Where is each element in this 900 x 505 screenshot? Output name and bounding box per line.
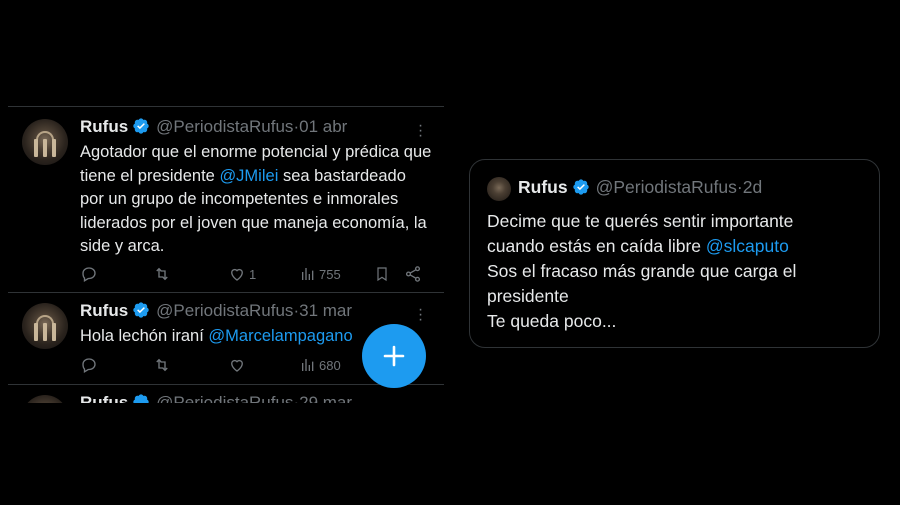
more-options-icon[interactable]: · · ·	[410, 302, 430, 328]
tweet-text-part: Hola lechón iraní	[80, 327, 209, 345]
author-name[interactable]: Rufus	[80, 117, 128, 136]
reply-icon	[82, 358, 96, 373]
tweet-header: Rufus @PeriodistaRufus·2d	[518, 177, 762, 198]
share-icon	[405, 266, 421, 282]
repost-icon	[156, 267, 168, 281]
heart-icon	[231, 359, 243, 372]
tweet[interactable]: Rufus @PeriodistaRufus·01 abr · · · Agotado…	[8, 107, 444, 293]
verified-badge-icon	[572, 179, 589, 195]
author-name[interactable]: Rufus	[80, 393, 128, 403]
author-name[interactable]: Rufus	[518, 177, 568, 197]
views-chart-icon	[302, 268, 314, 280]
tweet-line: cuando estás en caída libre @slcaputo	[487, 234, 867, 259]
views-chart-icon	[302, 359, 314, 371]
like-button[interactable]: 1	[228, 264, 256, 284]
author-name[interactable]: Rufus	[80, 301, 128, 320]
mention-link[interactable]: @Marcelampagano	[208, 327, 352, 345]
author-handle[interactable]: @PeriodistaRufus	[156, 393, 293, 403]
reply-button[interactable]	[80, 264, 98, 284]
bookmark-button[interactable]	[374, 264, 390, 284]
tweet-line: Sos el fracaso más grande que carga el	[487, 261, 797, 281]
heart-icon	[231, 268, 243, 281]
tweet-line: presidente	[487, 286, 569, 306]
like-button[interactable]	[228, 355, 246, 375]
avatar[interactable]	[22, 395, 68, 403]
verified-badge-icon	[133, 394, 149, 403]
views-count: 755	[319, 266, 341, 282]
tweet-line: Decime que te querés sentir importante	[487, 211, 794, 231]
author-handle[interactable]: @PeriodistaRufus	[596, 177, 737, 197]
author-handle[interactable]: @PeriodistaRufus	[156, 301, 293, 320]
like-count: 1	[249, 266, 257, 282]
repost-icon	[156, 358, 168, 372]
reply-icon	[82, 267, 96, 282]
bookmark-icon	[377, 267, 387, 282]
views-button[interactable]: 755	[300, 264, 341, 284]
tweet-date[interactable]: 01 abr	[299, 117, 347, 136]
tweet-header: Rufus @PeriodistaRufus·31 mar	[80, 301, 352, 321]
tweet-text: Decime que te querés sentir importante c…	[487, 209, 867, 334]
author-handle[interactable]: @PeriodistaRufus	[156, 117, 293, 136]
tweet[interactable]: Rufus @PeriodistaRufus·29 mar	[8, 385, 444, 403]
verified-badge-icon	[133, 302, 149, 318]
repost-button[interactable]	[152, 264, 172, 284]
repost-button[interactable]	[152, 355, 172, 375]
avatar[interactable]	[487, 177, 511, 201]
plus-icon	[383, 345, 405, 367]
avatar[interactable]	[22, 119, 68, 165]
share-button[interactable]	[404, 264, 422, 284]
tweet-actions: 1 755	[80, 264, 432, 284]
tweet-text-part: cuando estás en caída libre	[487, 236, 706, 256]
tweet-date[interactable]: 29 mar	[299, 393, 352, 403]
tweet-line: Te queda poco...	[487, 311, 617, 331]
tweet-text: Agotador que el enorme potencial y prédi…	[80, 141, 432, 259]
views-button[interactable]: 680	[300, 355, 341, 375]
tweet-header: Rufus @PeriodistaRufus·01 abr	[80, 117, 347, 137]
compose-button[interactable]	[362, 324, 426, 388]
mention-link[interactable]: @slcaputo	[706, 236, 789, 256]
tweet-header: Rufus @PeriodistaRufus·29 mar	[80, 393, 352, 403]
more-options-icon[interactable]: · · ·	[410, 118, 430, 144]
mention-link[interactable]: @JMilei	[219, 167, 278, 185]
verified-badge-icon	[133, 118, 149, 134]
reply-button[interactable]	[80, 355, 98, 375]
tweet-date[interactable]: 2d	[743, 177, 762, 197]
views-count: 680	[319, 357, 341, 373]
tweet-date[interactable]: 31 mar	[299, 301, 352, 320]
avatar[interactable]	[22, 303, 68, 349]
quoted-tweet-card[interactable]: Rufus @PeriodistaRufus·2d Decime que te q…	[469, 159, 880, 348]
